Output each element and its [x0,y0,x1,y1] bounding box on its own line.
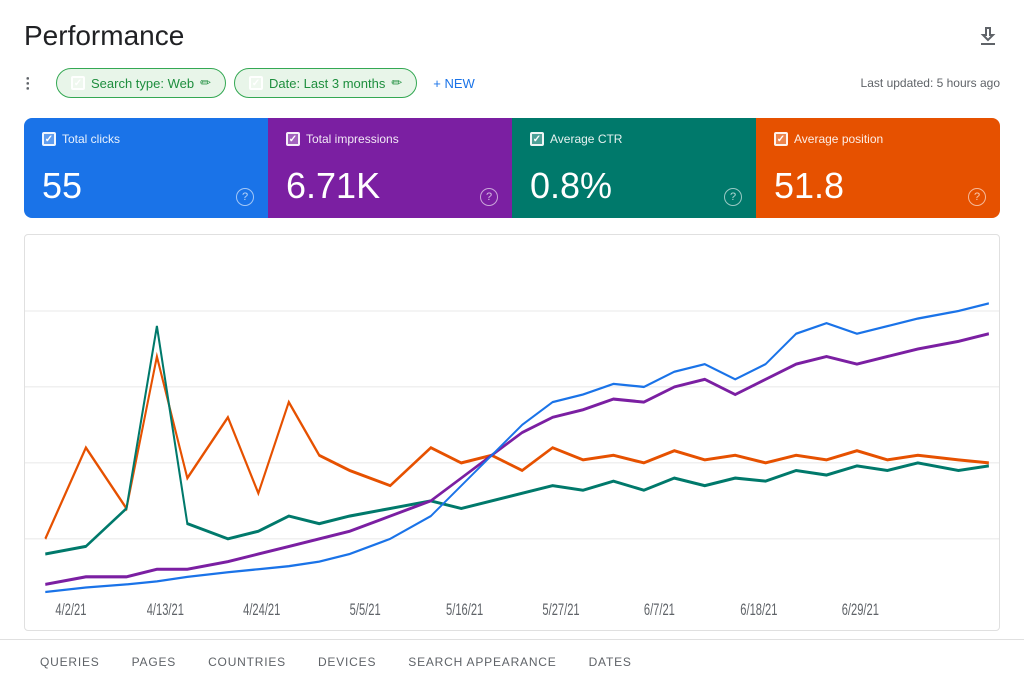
performance-chart: 4/2/21 4/13/21 4/24/21 5/5/21 5/16/21 5/… [25,235,999,630]
new-button[interactable]: + NEW [425,70,483,97]
metric-card-position[interactable]: Average position 51.8 ? [756,118,1000,218]
date-edit-icon: ✏ [391,75,402,91]
svg-text:5/5/21: 5/5/21 [350,601,381,620]
tab-dates[interactable]: DATES [573,643,648,683]
page-title: Performance [24,20,184,52]
position-help-icon[interactable]: ? [968,188,986,206]
svg-text:4/2/21: 4/2/21 [55,601,86,620]
svg-text:6/29/21: 6/29/21 [842,601,879,620]
svg-text:5/16/21: 5/16/21 [446,601,483,620]
clicks-help-icon[interactable]: ? [236,188,254,206]
date-filter[interactable]: Date: Last 3 months ✏ [234,68,417,98]
header-actions [976,24,1000,48]
search-type-label: Search type: Web [91,76,194,91]
tab-countries[interactable]: COUNTRIES [192,643,302,683]
metric-card-clicks[interactable]: Total clicks 55 ? [24,118,268,218]
position-value: 51.8 [774,168,982,204]
svg-text:6/7/21: 6/7/21 [644,601,675,620]
last-updated-text: Last updated: 5 hours ago [861,76,1000,90]
svg-text:4/24/21: 4/24/21 [243,601,280,620]
search-type-checkbox [71,76,85,90]
svg-text:4/13/21: 4/13/21 [147,601,184,620]
impressions-value: 6.71K [286,168,494,204]
svg-text:6/18/21: 6/18/21 [740,601,777,620]
date-label: Date: Last 3 months [269,76,385,91]
ctr-label-row: Average CTR [530,132,738,146]
chart-area: 4/2/21 4/13/21 4/24/21 5/5/21 5/16/21 5/… [24,234,1000,631]
ctr-help-icon[interactable]: ? [724,188,742,206]
metric-card-impressions[interactable]: Total impressions 6.71K ? [268,118,512,218]
ctr-value: 0.8% [530,168,738,204]
metric-card-ctr[interactable]: Average CTR 0.8% ? [512,118,756,218]
position-label-row: Average position [774,132,982,146]
bottom-tabs: QUERIES PAGES COUNTRIES DEVICES SEARCH A… [0,639,1024,683]
clicks-label-row: Total clicks [42,132,250,146]
position-checkbox [774,132,788,146]
tab-queries[interactable]: QUERIES [24,643,116,683]
metric-cards: Total clicks 55 ? Total impressions 6.71… [24,118,1000,218]
clicks-label: Total clicks [62,132,120,146]
impressions-label: Total impressions [306,132,399,146]
date-checkbox [249,76,263,90]
tab-search-appearance[interactable]: SEARCH APPEARANCE [392,643,572,683]
page-wrapper: Performance Search type: Web ✏ Date: Las… [0,0,1024,683]
ctr-label: Average CTR [550,132,622,146]
clicks-value: 55 [42,168,250,204]
clicks-checkbox [42,132,56,146]
svg-text:5/27/21: 5/27/21 [542,601,579,620]
impressions-help-icon[interactable]: ? [480,188,498,206]
search-type-filter[interactable]: Search type: Web ✏ [56,68,226,98]
page-header: Performance [0,0,1024,60]
ctr-checkbox [530,132,544,146]
position-label: Average position [794,132,883,146]
filter-icon[interactable] [24,73,44,93]
search-type-edit-icon: ✏ [200,75,211,91]
tab-pages[interactable]: PAGES [116,643,192,683]
impressions-label-row: Total impressions [286,132,494,146]
impressions-checkbox [286,132,300,146]
filter-bar: Search type: Web ✏ Date: Last 3 months ✏… [0,60,1024,110]
download-icon[interactable] [976,24,1000,48]
tab-devices[interactable]: DEVICES [302,643,392,683]
